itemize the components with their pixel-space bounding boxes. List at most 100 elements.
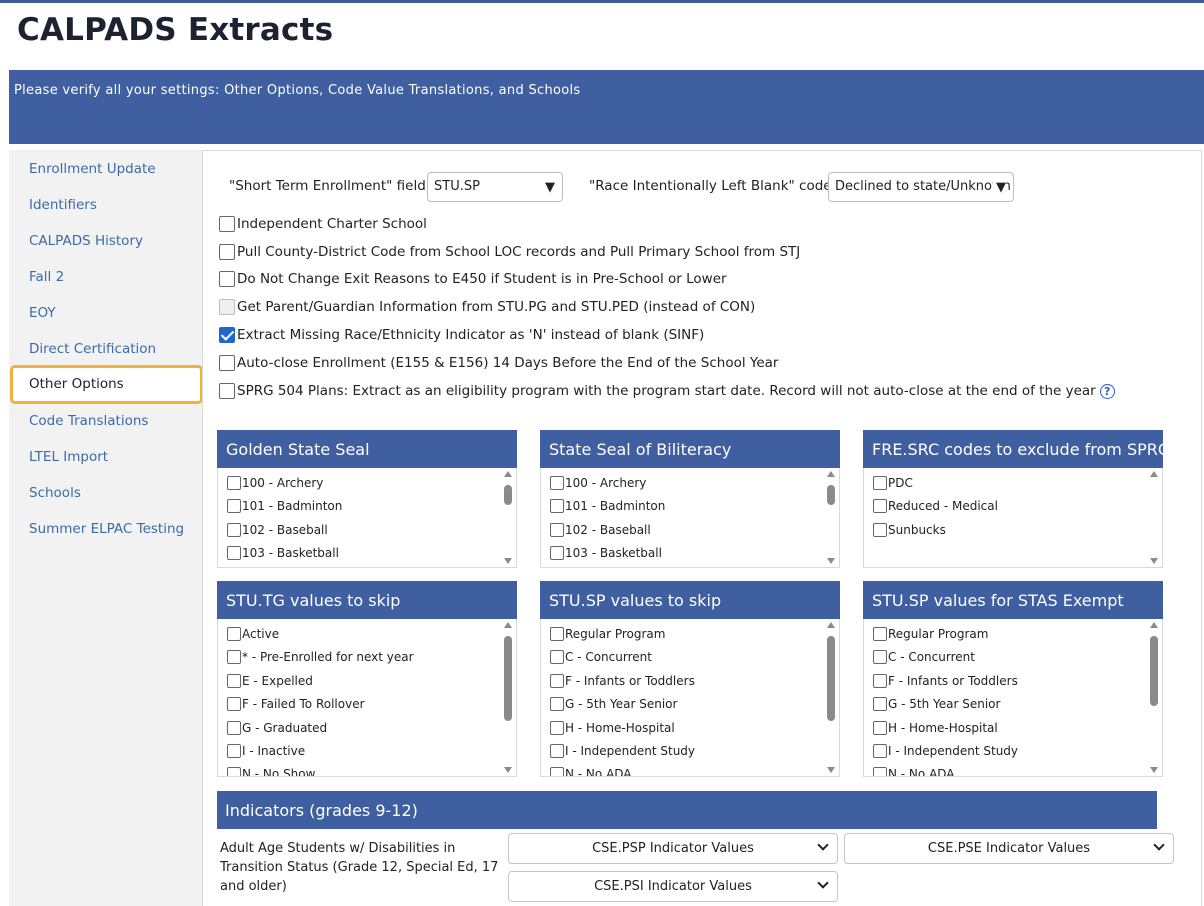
scroll-down-arrow-icon[interactable] — [504, 767, 512, 773]
option-auto-close-enrollment[interactable]: Auto-close Enrollment (E155 & E156) 14 D… — [219, 353, 778, 373]
list-item[interactable]: 100 - Archery — [550, 476, 646, 490]
sidebar-item-summer-elpac-testing[interactable]: Summer ELPAC Testing — [29, 521, 184, 537]
sidebar-item-enrollment-update[interactable]: Enrollment Update — [29, 161, 156, 177]
scrollbar[interactable] — [1146, 619, 1162, 776]
checkbox[interactable] — [550, 627, 564, 641]
checkbox[interactable] — [550, 650, 564, 664]
list-item[interactable]: Reduced - Medical — [873, 499, 998, 513]
checkbox[interactable] — [873, 744, 887, 758]
list-item[interactable]: G - 5th Year Senior — [550, 697, 677, 711]
list-item[interactable]: N - No ADA — [550, 767, 632, 776]
option-independent-charter[interactable]: Independent Charter School — [219, 214, 427, 234]
option-do-not-change-exit-reasons[interactable]: Do Not Change Exit Reasons to E450 if St… — [219, 269, 727, 289]
list-item[interactable]: F - Infants or Toddlers — [550, 674, 695, 688]
list-item[interactable]: F - Infants or Toddlers — [873, 674, 1018, 688]
cse-psi-indicator-dropdown[interactable]: CSE.PSI Indicator Values — [508, 871, 838, 902]
cse-pse-indicator-dropdown[interactable]: CSE.PSE Indicator Values — [844, 833, 1174, 864]
checkbox[interactable] — [873, 523, 887, 537]
list-item[interactable]: N - No ADA — [873, 767, 955, 776]
list-item[interactable]: H - Home-Hospital — [873, 721, 998, 735]
checkbox[interactable] — [873, 650, 887, 664]
checkbox[interactable] — [550, 476, 564, 490]
list-item[interactable]: F - Failed To Rollover — [227, 697, 365, 711]
checkbox-checked[interactable] — [219, 327, 235, 343]
scrollbar[interactable] — [823, 619, 839, 776]
checkbox[interactable] — [550, 499, 564, 513]
checkbox[interactable] — [219, 216, 235, 232]
checkbox[interactable] — [550, 767, 564, 776]
scroll-up-arrow-icon[interactable] — [827, 471, 835, 477]
list-item[interactable]: 101 - Badminton — [227, 499, 342, 513]
checkbox[interactable] — [219, 244, 235, 260]
list-item[interactable]: I - Independent Study — [550, 744, 695, 758]
panel-list[interactable]: 100 - Archery 101 - Badminton 102 - Base… — [540, 468, 840, 568]
checkbox[interactable] — [550, 744, 564, 758]
cse-psp-indicator-dropdown[interactable]: CSE.PSP Indicator Values — [508, 833, 838, 864]
list-item[interactable]: C - Concurrent — [550, 650, 652, 664]
scroll-thumb[interactable] — [504, 636, 512, 721]
list-item[interactable]: Active — [227, 627, 279, 641]
list-item[interactable]: N - No Show — [227, 767, 315, 776]
panel-list[interactable]: Active * - Pre-Enrolled for next year E … — [217, 619, 517, 777]
list-item[interactable]: I - Inactive — [227, 744, 305, 758]
option-sprg-504-plans[interactable]: SPRG 504 Plans: Extract as an eligibilit… — [219, 381, 1115, 401]
checkbox[interactable] — [550, 721, 564, 735]
list-item[interactable]: I - Independent Study — [873, 744, 1018, 758]
checkbox[interactable] — [227, 697, 241, 711]
list-item[interactable]: 103 - Basketball — [227, 546, 339, 560]
list-item[interactable]: 103 - Basketball — [550, 546, 662, 560]
scroll-up-arrow-icon[interactable] — [1150, 471, 1158, 477]
list-item[interactable]: 100 - Archery — [227, 476, 323, 490]
scroll-thumb[interactable] — [827, 636, 835, 721]
list-item[interactable]: G - Graduated — [227, 721, 327, 735]
checkbox[interactable] — [873, 499, 887, 513]
scrollbar[interactable] — [1146, 468, 1162, 567]
list-item[interactable]: 102 - Baseball — [227, 523, 328, 537]
scroll-thumb[interactable] — [1150, 636, 1158, 706]
checkbox[interactable] — [227, 650, 241, 664]
scroll-down-arrow-icon[interactable] — [1150, 558, 1158, 564]
checkbox[interactable] — [873, 767, 887, 776]
list-item[interactable]: Sunbucks — [873, 523, 946, 537]
checkbox[interactable] — [227, 744, 241, 758]
checkbox[interactable] — [873, 476, 887, 490]
list-item[interactable]: H - Home-Hospital — [550, 721, 675, 735]
option-extract-missing-race[interactable]: Extract Missing Race/Ethnicity Indicator… — [219, 325, 704, 345]
sidebar-item-eoy[interactable]: EOY — [29, 305, 56, 321]
short-term-enrollment-select[interactable]: STU.SP ▼ — [427, 172, 563, 202]
scrollbar[interactable] — [500, 619, 516, 776]
scroll-up-arrow-icon[interactable] — [504, 471, 512, 477]
scroll-down-arrow-icon[interactable] — [1150, 767, 1158, 773]
list-item[interactable]: Regular Program — [873, 627, 988, 641]
checkbox[interactable] — [550, 546, 564, 560]
scroll-down-arrow-icon[interactable] — [504, 558, 512, 564]
sidebar-item-ltel-import[interactable]: LTEL Import — [29, 449, 108, 465]
checkbox[interactable] — [227, 721, 241, 735]
panel-list[interactable]: Regular Program C - Concurrent F - Infan… — [540, 619, 840, 777]
scroll-thumb[interactable] — [827, 485, 835, 505]
race-blank-code-select[interactable]: Declined to state/Unknown ▼ — [828, 172, 1014, 202]
sidebar-item-code-translations[interactable]: Code Translations — [29, 413, 148, 429]
sidebar-item-schools[interactable]: Schools — [29, 485, 81, 501]
option-pull-county-district[interactable]: Pull County-District Code from School LO… — [219, 242, 800, 262]
panel-list[interactable]: 100 - Archery 101 - Badminton 102 - Base… — [217, 468, 517, 568]
checkbox[interactable] — [873, 627, 887, 641]
list-item[interactable]: G - 5th Year Senior — [873, 697, 1000, 711]
list-item[interactable]: PDC — [873, 476, 913, 490]
checkbox[interactable] — [219, 271, 235, 287]
checkbox[interactable] — [227, 627, 241, 641]
scroll-up-arrow-icon[interactable] — [504, 622, 512, 628]
list-item[interactable]: Regular Program — [550, 627, 665, 641]
checkbox[interactable] — [873, 674, 887, 688]
checkbox[interactable] — [219, 355, 235, 371]
sidebar-item-identifiers[interactable]: Identifiers — [29, 197, 97, 213]
checkbox[interactable] — [227, 546, 241, 560]
scroll-down-arrow-icon[interactable] — [827, 767, 835, 773]
panel-list[interactable]: PDC Reduced - Medical Sunbucks — [863, 468, 1163, 568]
help-icon[interactable]: ? — [1099, 383, 1115, 399]
list-item[interactable]: 102 - Baseball — [550, 523, 651, 537]
checkbox[interactable] — [873, 721, 887, 735]
list-item[interactable]: E - Expelled — [227, 674, 313, 688]
checkbox[interactable] — [873, 697, 887, 711]
scroll-up-arrow-icon[interactable] — [827, 622, 835, 628]
